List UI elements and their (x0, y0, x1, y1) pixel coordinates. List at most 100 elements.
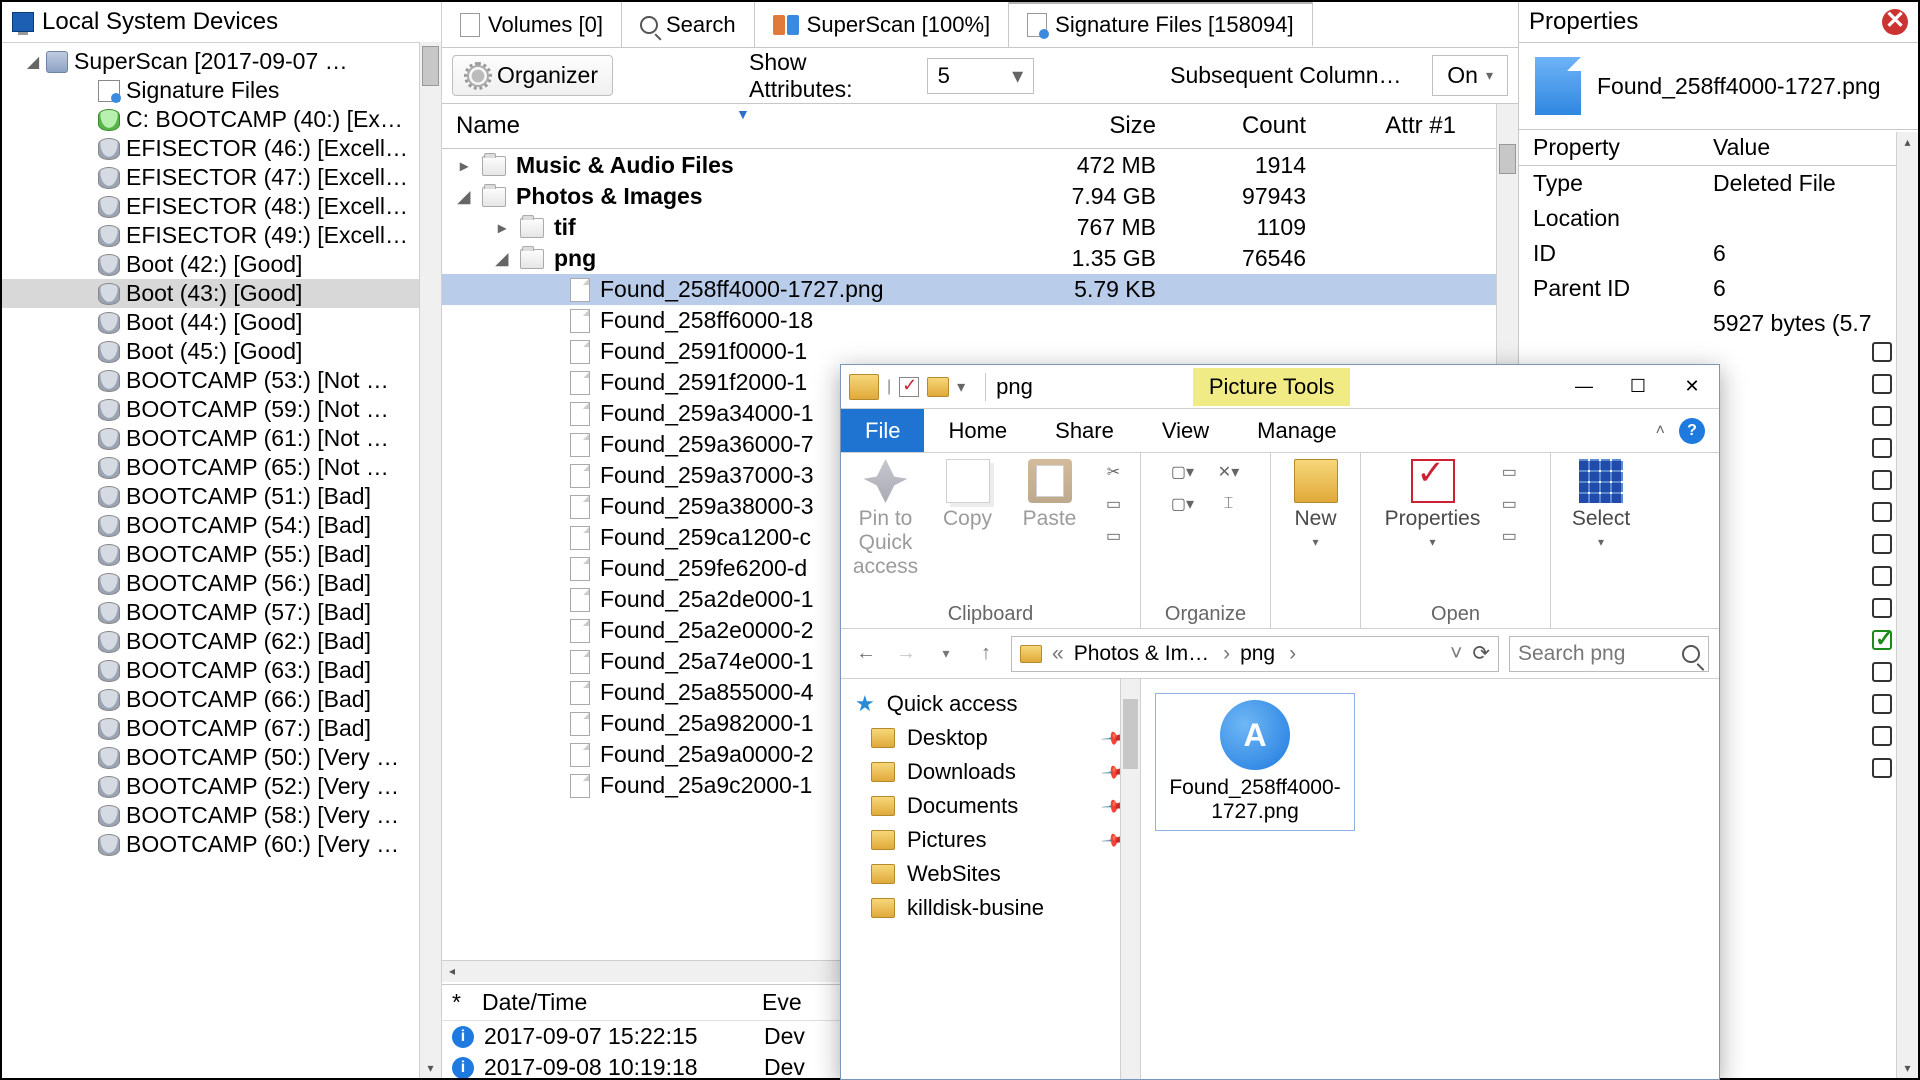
tree-item[interactable]: C: BOOTCAMP (40:) [Ex… (2, 105, 441, 134)
explorer-titlebar[interactable]: | ▾ png Picture Tools — ☐ ✕ (841, 365, 1719, 409)
attribute-checkbox[interactable] (1872, 662, 1892, 682)
table-row[interactable]: ▸tif767 MB1109 (442, 212, 1496, 243)
properties-button[interactable]: Properties▾ (1385, 459, 1481, 549)
nav-back-button[interactable]: ← (851, 639, 881, 669)
tree-item[interactable]: Boot (44:) [Good] (2, 308, 441, 337)
nav-pictures[interactable]: Pictures📌 (841, 823, 1140, 857)
collapse-ribbon-icon[interactable]: ˄ (1656, 422, 1665, 440)
qat-check-icon[interactable] (899, 377, 919, 397)
tab-superscan[interactable]: SuperScan [100%] (755, 2, 1009, 47)
tree-item[interactable]: BOOTCAMP (63:) [Bad] (2, 656, 441, 685)
copy-path-button[interactable]: ▭ (1097, 491, 1131, 517)
scroll-thumb[interactable] (422, 46, 439, 86)
tree-item[interactable]: BOOTCAMP (53:) [Not … (2, 366, 441, 395)
paste-button[interactable]: Paste (1015, 459, 1085, 531)
address-bar[interactable]: « Photos & Im… png ˅ ⟳ (1011, 636, 1499, 672)
nav-forward-button[interactable]: → (891, 639, 921, 669)
attributes-spinner[interactable]: 5 (927, 58, 1035, 94)
expand-icon[interactable]: ▸ (456, 156, 472, 176)
minimize-button[interactable]: — (1557, 365, 1611, 409)
rename-button[interactable]: ⌶ (1212, 491, 1246, 517)
attribute-checkbox[interactable] (1872, 598, 1892, 618)
tree-item-signature[interactable]: Signature Files (2, 76, 441, 105)
cut-button[interactable]: ✂ (1097, 459, 1131, 485)
pin-to-quick-access-button[interactable]: Pin to Quick access (851, 459, 921, 579)
tree-item[interactable]: BOOTCAMP (56:) [Bad] (2, 569, 441, 598)
attribute-checkbox[interactable] (1872, 502, 1892, 522)
attribute-checkbox[interactable] (1872, 406, 1892, 426)
tab-view[interactable]: View (1138, 409, 1233, 452)
table-row[interactable]: Found_2591f0000-1 (442, 336, 1496, 367)
help-icon[interactable]: ? (1679, 418, 1705, 444)
tab-search[interactable]: Search (622, 2, 755, 47)
scroll-thumb[interactable] (1499, 144, 1516, 174)
attribute-checkbox[interactable] (1872, 374, 1892, 394)
nav-documents[interactable]: Documents📌 (841, 789, 1140, 823)
tree-item[interactable]: EFISECTOR (47:) [Excell… (2, 163, 441, 192)
tree-scrollbar[interactable]: ▴ ▾ (419, 42, 441, 1078)
tree-item[interactable]: EFISECTOR (49:) [Excell… (2, 221, 441, 250)
tab-file[interactable]: File (841, 409, 924, 452)
maximize-button[interactable]: ☐ (1611, 365, 1665, 409)
tree-item[interactable]: Boot (45:) [Good] (2, 337, 441, 366)
paste-shortcut-button[interactable]: ▭ (1097, 523, 1131, 549)
close-properties-button[interactable]: ✕ (1882, 9, 1908, 35)
expand-icon[interactable]: ◢ (456, 187, 472, 207)
table-row[interactable]: ◢Photos & Images7.94 GB97943 (442, 181, 1496, 212)
refresh-button[interactable]: ⟳ (1472, 641, 1490, 666)
explorer-content[interactable]: A Found_258ff4000-1727.png (1141, 679, 1719, 1079)
tab-signature-files[interactable]: Signature Files [158094] (1009, 2, 1313, 47)
tree-item[interactable]: Boot (43:) [Good] (2, 279, 441, 308)
tab-manage[interactable]: Manage (1233, 409, 1361, 452)
tree-item[interactable]: BOOTCAMP (61:) [Not … (2, 424, 441, 453)
copy-to-button[interactable]: ▢▾ (1166, 491, 1200, 517)
attribute-checkbox[interactable] (1872, 694, 1892, 714)
tree-item[interactable]: BOOTCAMP (50:) [Very … (2, 743, 441, 772)
attribute-checkbox[interactable] (1872, 534, 1892, 554)
tree-item[interactable]: BOOTCAMP (59:) [Not … (2, 395, 441, 424)
tree-item[interactable]: BOOTCAMP (66:) [Bad] (2, 685, 441, 714)
expand-icon[interactable]: ▸ (494, 218, 510, 238)
tab-home[interactable]: Home (924, 409, 1031, 452)
table-row[interactable]: Found_258ff4000-1727.png5.79 KB (442, 274, 1496, 305)
tree-root[interactable]: ◢ SuperScan [2017-09-07 … (2, 47, 441, 76)
properties-scrollbar[interactable]: ▴ ▾ (1896, 132, 1918, 1078)
file-thumbnail[interactable]: A Found_258ff4000-1727.png (1155, 693, 1355, 831)
nav-quick-access[interactable]: ★Quick access (841, 687, 1140, 721)
tree-item[interactable]: EFISECTOR (48:) [Excell… (2, 192, 441, 221)
organizer-button[interactable]: Organizer (452, 55, 613, 96)
select-button[interactable]: Select▾ (1566, 459, 1636, 549)
tree-item[interactable]: Boot (42:) [Good] (2, 250, 441, 279)
tree-item[interactable]: BOOTCAMP (51:) [Bad] (2, 482, 441, 511)
nav-up-button[interactable]: ↑ (971, 639, 1001, 669)
close-button[interactable]: ✕ (1665, 365, 1719, 409)
tree-item[interactable]: BOOTCAMP (62:) [Bad] (2, 627, 441, 656)
open-button[interactable]: ▭ (1492, 459, 1526, 485)
table-row[interactable]: Found_258ff6000-18 (442, 305, 1496, 336)
nav-downloads[interactable]: Downloads📌 (841, 755, 1140, 789)
edit-button[interactable]: ▭ (1492, 491, 1526, 517)
tab-share[interactable]: Share (1031, 409, 1138, 452)
breadcrumb[interactable]: png (1240, 642, 1296, 666)
tree-item[interactable]: BOOTCAMP (65:) [Not … (2, 453, 441, 482)
attribute-checkbox[interactable] (1872, 726, 1892, 746)
table-row[interactable]: ▸Music & Audio Files472 MB1914 (442, 150, 1496, 181)
scroll-down-icon[interactable]: ▾ (1897, 1058, 1918, 1078)
expand-icon[interactable]: ◢ (494, 249, 510, 269)
scroll-left-icon[interactable]: ◂ (442, 961, 462, 982)
tree-item[interactable]: BOOTCAMP (54:) [Bad] (2, 511, 441, 540)
search-input[interactable]: Search png (1509, 636, 1709, 672)
tree-item[interactable]: BOOTCAMP (58:) [Very … (2, 801, 441, 830)
tab-volumes[interactable]: Volumes [0] (442, 2, 622, 47)
expand-icon[interactable]: ◢ (26, 52, 40, 72)
nav-websites[interactable]: WebSites (841, 857, 1140, 891)
scroll-down-icon[interactable]: ▾ (420, 1058, 441, 1078)
attribute-checkbox[interactable] (1872, 758, 1892, 778)
copy-button[interactable]: Copy (933, 459, 1003, 531)
scroll-up-icon[interactable]: ▴ (1897, 132, 1918, 152)
attribute-checkbox[interactable] (1872, 630, 1892, 650)
delete-button[interactable]: ✕▾ (1212, 459, 1246, 485)
nav-desktop[interactable]: Desktop📌 (841, 721, 1140, 755)
tree-item[interactable]: BOOTCAMP (57:) [Bad] (2, 598, 441, 627)
move-to-button[interactable]: ▢▾ (1166, 459, 1200, 485)
